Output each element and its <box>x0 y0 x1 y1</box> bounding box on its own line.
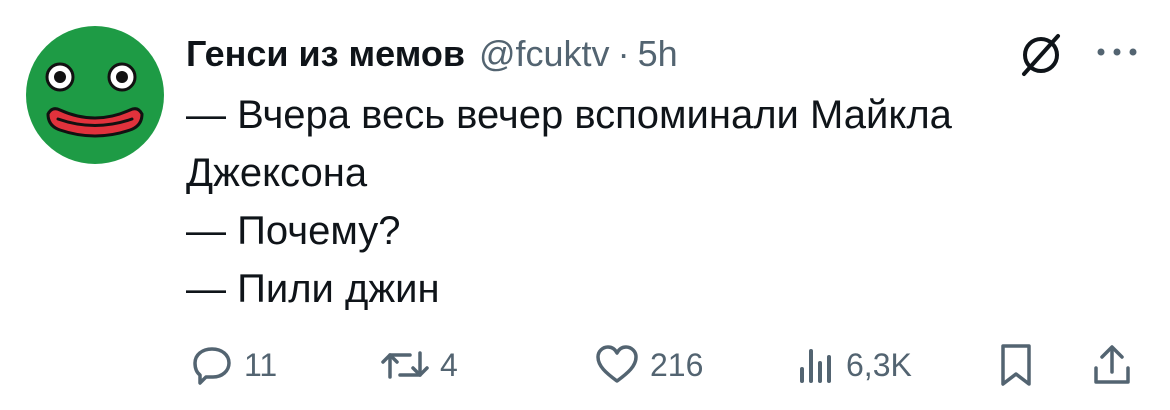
share-icon <box>1094 345 1130 384</box>
avatar[interactable] <box>26 26 164 164</box>
tweet-text-line: — Вчера весь вечер вспоминали Майкла <box>186 93 952 137</box>
repost-button[interactable]: 4 <box>380 330 458 400</box>
tweet-text: — Вчера весь вечер вспоминали Майкла Дже… <box>186 86 1126 318</box>
share-button[interactable] <box>1090 330 1134 400</box>
tweet-text-line: — Пили джин <box>186 267 440 311</box>
tweet-text-line: — Почему? <box>186 209 401 253</box>
reply-icon <box>193 347 231 385</box>
like-button[interactable]: 216 <box>594 330 703 400</box>
tweet-text-line: Джексона <box>186 151 368 195</box>
heart-icon <box>596 345 638 383</box>
grok-icon[interactable] <box>1016 30 1066 80</box>
frog-avatar-image <box>26 26 164 164</box>
more-dots-icon[interactable] <box>1094 40 1140 64</box>
tweet-timestamp[interactable]: 5h <box>638 33 678 75</box>
header-separator: · <box>617 33 630 74</box>
like-count: 216 <box>650 346 704 383</box>
repost-icon <box>381 351 429 379</box>
tweet-header: Генси из мемов @fcuktv · 5h <box>186 26 678 82</box>
author-handle[interactable]: @fcuktv <box>479 33 610 75</box>
bookmark-button[interactable] <box>996 330 1036 400</box>
views-count: 6,3K <box>846 346 912 383</box>
author-display-name[interactable]: Генси из мемов <box>186 33 465 75</box>
reply-count: 11 <box>244 346 278 383</box>
tweet-actions: 11 4 216 6,3K <box>0 330 1170 400</box>
reply-button[interactable]: 11 <box>190 330 277 400</box>
bookmark-icon <box>1001 344 1031 386</box>
views-icon <box>800 349 831 383</box>
views-button[interactable]: 6,3K <box>796 330 912 400</box>
tweet: Генси из мемов @fcuktv · 5h — Вчера весь… <box>0 0 1170 410</box>
repost-count: 4 <box>440 346 458 383</box>
